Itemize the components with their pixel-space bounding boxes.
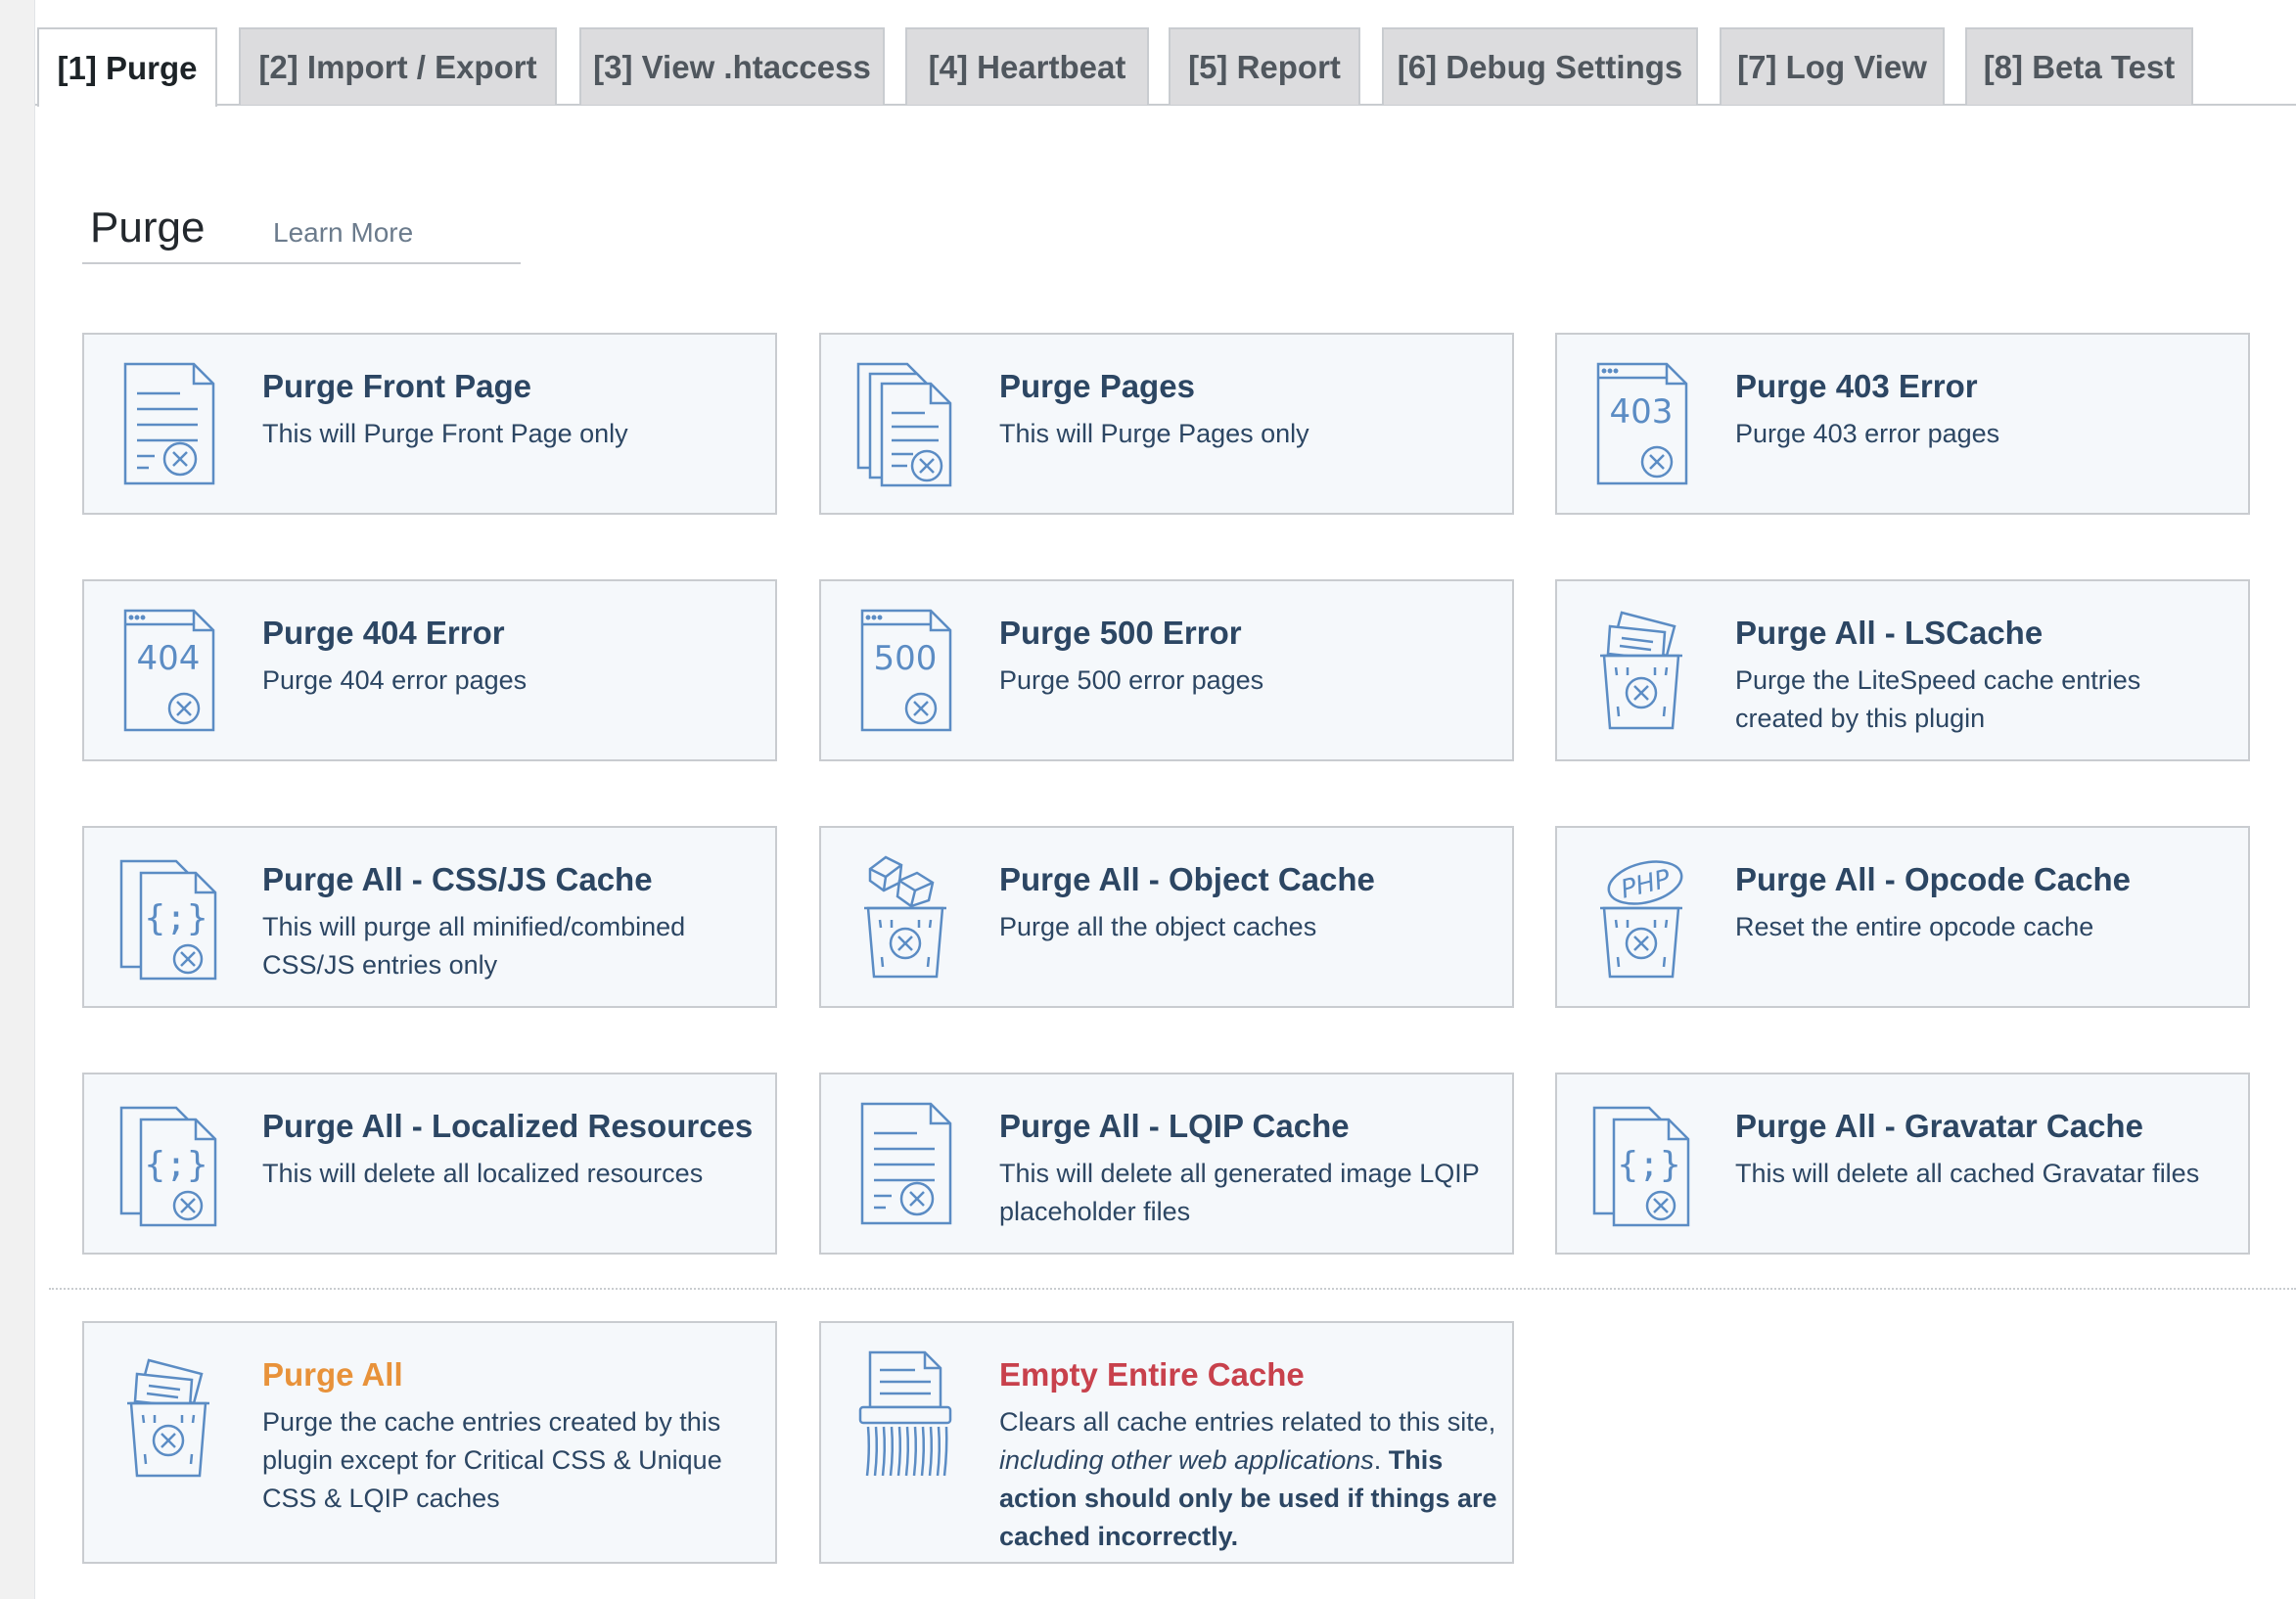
card-title: Purge All - LSCache — [1735, 615, 2043, 651]
desc-emphasis: including other web applications — [999, 1445, 1374, 1475]
desc-text: Clears all cache entries related to this… — [999, 1407, 1496, 1437]
card-description: This will delete all localized resources — [262, 1159, 704, 1188]
card-title: Purge 404 Error — [262, 615, 505, 651]
card-description: This will Purge Front Page only — [262, 419, 628, 448]
tab-heartbeat[interactable]: [4] Heartbeat — [905, 27, 1149, 105]
document-purge-icon — [119, 358, 217, 491]
code-files-icon: {;} — [119, 851, 217, 984]
tab-log-view[interactable]: [7] Log View — [1720, 27, 1945, 105]
svg-text:{;}: {;} — [144, 1145, 207, 1185]
tab-import-export[interactable]: [2] Import / Export — [239, 27, 557, 105]
purge-all-gravatar-cache-card[interactable]: {;} Purge All - Gravatar Cache This will… — [1555, 1073, 2250, 1255]
purge-all-localized-resources-card[interactable]: {;} Purge All - Localized Resources This… — [82, 1073, 777, 1255]
tab-debug-settings[interactable]: [6] Debug Settings — [1382, 27, 1698, 105]
card-title: Purge Front Page — [262, 368, 532, 404]
svg-text:403: 403 — [1610, 392, 1674, 432]
card-title: Purge All - Gravatar Cache — [1735, 1108, 2143, 1144]
trash-cubes-icon — [856, 851, 954, 984]
purge-404-card[interactable]: 404 Purge 404 Error Purge 404 error page… — [82, 579, 777, 761]
code-files-icon: {;} — [119, 1098, 217, 1231]
card-description: Purge the cache entries created by this … — [262, 1407, 722, 1513]
trash-php-icon: PHP — [1592, 851, 1690, 984]
code-files-icon: {;} — [1592, 1098, 1690, 1231]
card-title: Purge All - Localized Resources — [262, 1108, 754, 1144]
purge-all-cssjs-card[interactable]: {;} Purge All - CSS/JS Cache This will p… — [82, 826, 777, 1008]
card-title: Purge 403 Error — [1735, 368, 1978, 404]
tab-view-htaccess[interactable]: [3] View .htaccess — [579, 27, 885, 105]
svg-text:404: 404 — [137, 639, 201, 678]
shredder-icon — [856, 1348, 954, 1482]
card-description: Clears all cache entries related to this… — [999, 1403, 1498, 1556]
empty-entire-cache-card[interactable]: Empty Entire Cache Clears all cache entr… — [819, 1321, 1514, 1564]
purge-all-opcode-cache-card[interactable]: PHP Purge All - Opcode Cache Reset the e… — [1555, 826, 2250, 1008]
tab-purge[interactable]: [1] Purge — [37, 27, 217, 107]
svg-text:PHP: PHP — [1618, 864, 1674, 905]
purge-front-page-card[interactable]: Purge Front Page This will Purge Front P… — [82, 333, 777, 515]
purge-403-card[interactable]: 403 Purge 403 Error Purge 403 error page… — [1555, 333, 2250, 515]
pages-purge-icon — [856, 358, 954, 491]
card-description: This will delete all cached Gravatar fil… — [1735, 1159, 2200, 1188]
purge-all-object-cache-card[interactable]: Purge All - Object Cache Purge all the o… — [819, 826, 1514, 1008]
error-500-icon: 500 — [856, 605, 954, 738]
card-description: Reset the entire opcode cache — [1735, 912, 2094, 941]
card-description: This will Purge Pages only — [999, 419, 1309, 448]
tab-beta-test[interactable]: [8] Beta Test — [1965, 27, 2193, 105]
section-header: Purge Learn More — [82, 196, 521, 264]
svg-text:{;}: {;} — [1617, 1145, 1680, 1185]
card-description: Purge the LiteSpeed cache entries create… — [1735, 665, 2141, 733]
purge-all-lqip-cache-card[interactable]: Purge All - LQIP Cache This will delete … — [819, 1073, 1514, 1255]
trash-pages-icon — [1592, 605, 1690, 738]
purge-500-card[interactable]: 500 Purge 500 Error Purge 500 error page… — [819, 579, 1514, 761]
tab-report[interactable]: [5] Report — [1169, 27, 1360, 105]
page-title: Purge — [90, 204, 206, 251]
purge-pages-card[interactable]: Purge Pages This will Purge Pages only — [819, 333, 1514, 515]
svg-text:500: 500 — [874, 639, 938, 678]
card-title: Purge Pages — [999, 368, 1195, 404]
error-404-icon: 404 — [119, 605, 217, 738]
tab-bar: [1] Purge [2] Import / Export [3] View .… — [35, 27, 2296, 107]
purge-all-card[interactable]: Purge All Purge the cache entries create… — [82, 1321, 777, 1564]
card-description: This will purge all minified/combined CS… — [262, 912, 686, 980]
card-description: Purge 403 error pages — [1735, 419, 2000, 448]
admin-sidebar-edge — [0, 0, 35, 1599]
card-title: Purge All - CSS/JS Cache — [262, 861, 653, 897]
purge-all-lscache-card[interactable]: Purge All - LSCache Purge the LiteSpeed … — [1555, 579, 2250, 761]
document-purge-icon — [856, 1098, 954, 1231]
card-description: Purge 500 error pages — [999, 665, 1264, 695]
learn-more-link[interactable]: Learn More — [273, 217, 413, 249]
error-403-icon: 403 — [1592, 358, 1690, 491]
card-title: Empty Entire Cache — [999, 1356, 1305, 1393]
card-title: Purge All - Opcode Cache — [1735, 861, 2132, 897]
card-description: Purge all the object caches — [999, 912, 1317, 941]
card-title: Purge 500 Error — [999, 615, 1242, 651]
section-divider — [49, 1288, 2296, 1290]
card-title: Purge All - LQIP Cache — [999, 1108, 1350, 1144]
trash-pages-icon — [119, 1352, 217, 1485]
card-title: Purge All — [262, 1356, 403, 1393]
card-description: Purge 404 error pages — [262, 665, 528, 695]
card-title: Purge All - Object Cache — [999, 861, 1375, 897]
card-description: This will delete all generated image LQI… — [999, 1159, 1480, 1226]
svg-text:{;}: {;} — [144, 898, 207, 938]
